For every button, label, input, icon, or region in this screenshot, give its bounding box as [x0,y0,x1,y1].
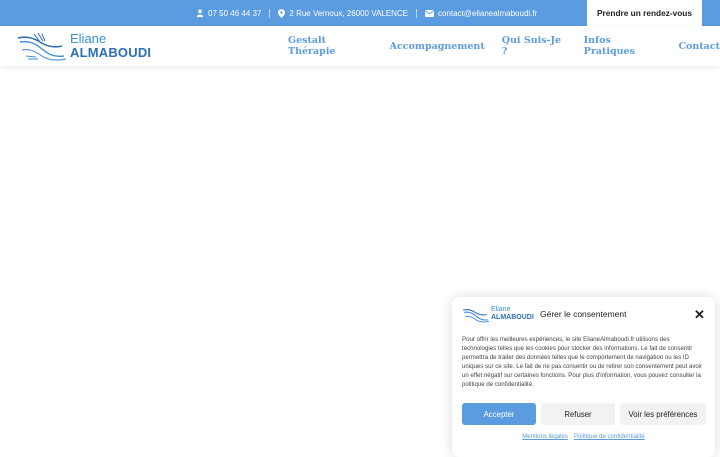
consent-title: Gérer le consentement [540,309,627,319]
email-text[interactable]: contact@elianealmaboudi.fr [438,9,537,18]
refuse-button[interactable]: Refuser [541,403,615,425]
consent-logo: Eliane ALMABOUDI [462,305,538,325]
hands-logo-icon [462,309,490,323]
nav-gestalt-therapie[interactable]: Gestalt Thérapie [288,35,373,57]
hands-logo-icon [17,32,67,61]
user-icon [196,9,204,17]
site-header: Eliane ALMABOUDI Gestalt Thérapie Accomp… [0,26,720,66]
privacy-policy-link[interactable]: Politique de confidentialité [574,433,645,440]
consent-body: Pour offrir les meilleures expériences, … [462,336,703,389]
contact-info: 07 50 46 44 37 2 Rue Vernoux, 26000 VALE… [196,0,537,26]
phone-text[interactable]: 07 50 46 44 37 [208,9,261,18]
consent-logo-first-name: Eliane [491,306,511,313]
address-item[interactable]: 2 Rue Vernoux, 26000 VALENCE [278,9,408,18]
accept-button[interactable]: Accepter [462,403,536,425]
consent-links: Mentions légales Politique de confidenti… [452,433,715,440]
nav-contact[interactable]: Contact [678,41,720,52]
site-logo[interactable]: Eliane ALMABOUDI [16,30,156,64]
top-bar: 07 50 46 44 37 2 Rue Vernoux, 26000 VALE… [0,0,720,26]
appointment-button[interactable]: Prendre un rendez-vous [587,0,702,26]
divider [415,8,417,18]
email-item[interactable]: contact@elianealmaboudi.fr [425,9,537,18]
legal-notice-link[interactable]: Mentions légales [522,433,568,440]
divider [269,8,271,18]
envelope-icon [425,9,434,17]
consent-logo-last-name: ALMABOUDI [491,314,534,321]
logo-first-name: Eliane [70,31,107,46]
map-pin-icon [278,8,286,18]
close-icon[interactable]: ✕ [694,307,705,323]
logo-last-name: ALMABOUDI [70,45,152,60]
nav-accompagnement[interactable]: Accompagnement [390,41,485,52]
nav-qui-suis-je[interactable]: Qui Suis-Je ? [502,35,567,57]
preferences-button[interactable]: Voir les préférences [620,403,706,425]
cookie-consent-dialog: Eliane ALMABOUDI Gérer le consentement ✕… [452,297,715,457]
main-nav: Gestalt Thérapie Accompagnement Qui Suis… [288,26,720,66]
address-text[interactable]: 2 Rue Vernoux, 26000 VALENCE [289,9,408,18]
phone-item[interactable]: 07 50 46 44 37 [196,9,261,18]
nav-infos-pratiques[interactable]: Infos Pratiques [584,35,662,57]
